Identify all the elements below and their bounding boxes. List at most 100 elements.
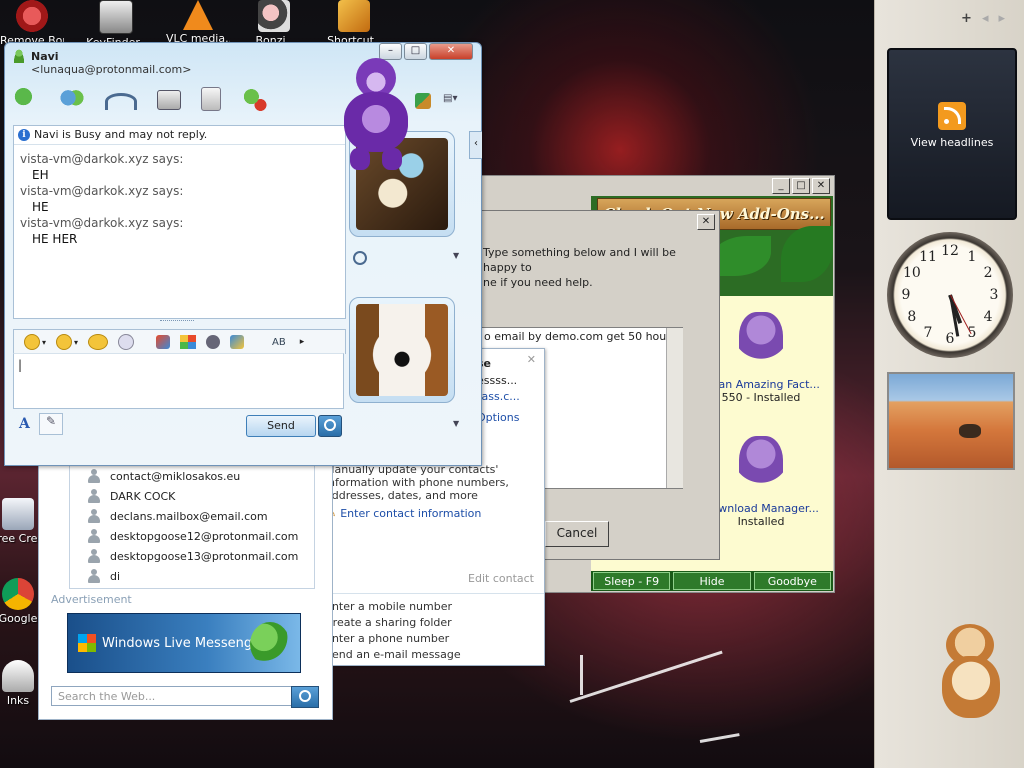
message-sender: vista-vm@darkok.xyz says: xyxy=(20,152,184,166)
enter-phone-number[interactable]: Enter a phone number xyxy=(325,631,461,647)
offline-buddy-icon xyxy=(88,509,100,523)
backgrounds-icon[interactable] xyxy=(180,335,197,349)
bonzi-bottom-bar: Sleep - F9 Hide Goodbye xyxy=(591,571,833,591)
edit-contact-link[interactable]: Edit contact xyxy=(468,572,534,585)
my-display-picture[interactable] xyxy=(349,297,455,403)
voice-clip-icon[interactable] xyxy=(118,334,135,350)
webcam-icon[interactable] xyxy=(353,251,367,265)
spell-check-icon[interactable]: AB xyxy=(272,337,286,348)
keyfinder-icon xyxy=(99,0,133,34)
wink-icon[interactable] xyxy=(56,334,73,350)
contact-item[interactable]: contact@miklosakos.eu xyxy=(70,466,314,486)
sleep-button[interactable]: Sleep - F9 xyxy=(593,572,671,590)
dialog-scrollbar[interactable] xyxy=(666,328,683,488)
search-web-button[interactable] xyxy=(291,686,319,708)
message-history: i Navi is Busy and may not reply. vista-… xyxy=(13,125,346,319)
send-button[interactable]: Send xyxy=(246,415,316,437)
options-link[interactable]: Options xyxy=(477,411,519,424)
bonzi-cow-icon xyxy=(258,0,290,32)
search-web-input[interactable]: Search the Web... xyxy=(51,686,319,708)
contact-item[interactable]: declans.mailbox@email.com xyxy=(70,506,314,526)
card-partial-line: essss... xyxy=(477,374,518,387)
contact-name: di xyxy=(110,569,121,583)
create-sharing-folder[interactable]: Create a sharing folder xyxy=(325,615,461,631)
card-actions: Enter a mobile number Create a sharing f… xyxy=(325,599,461,663)
search-icon xyxy=(324,419,336,431)
enter-contact-info-link[interactable]: Enter contact information xyxy=(340,507,481,520)
maximize-button[interactable]: □ xyxy=(792,178,810,194)
add-gadget-button[interactable]: + xyxy=(961,11,972,26)
road-line xyxy=(580,655,583,695)
emoticon-icon[interactable] xyxy=(24,334,40,350)
desktop-icon-vlc[interactable]: VLC media.. xyxy=(166,0,230,45)
desktop-icon-shortcut[interactable]: Shortcut.. xyxy=(322,0,386,47)
feed-headlines-gadget[interactable]: View headlines xyxy=(887,48,1017,220)
desktop-icon-bonzi[interactable]: Bonzi.. xyxy=(242,0,306,47)
menu-dropdown-icon[interactable]: ▤▾ xyxy=(443,93,469,109)
invite-contact-icon[interactable] xyxy=(13,87,39,111)
picture-options-arrow[interactable]: ▼ xyxy=(453,419,459,428)
enter-contact-info[interactable]: ✎ Enter contact information xyxy=(327,507,481,520)
message-text: EH xyxy=(32,168,49,182)
block-contact-icon[interactable] xyxy=(241,87,267,111)
ad-banner[interactable]: Windows Live Messenger xyxy=(67,613,301,673)
offline-buddy-icon xyxy=(88,469,100,483)
message-text: HE HER xyxy=(32,232,78,246)
rss-icon xyxy=(938,102,966,130)
dialog-message: Type something below and I will be happy… xyxy=(483,245,713,290)
clock-gadget[interactable]: 12 1 2 3 4 5 6 7 8 9 10 11 xyxy=(887,232,1013,358)
handwriting-toggle[interactable]: ✎ xyxy=(39,413,63,435)
offline-buddy-icon xyxy=(88,529,100,543)
busy-notice: i Navi is Busy and may not reply. xyxy=(14,126,345,145)
message-sender: vista-vm@darkok.xyz says: xyxy=(20,184,184,198)
paintbrush-icon[interactable] xyxy=(415,93,431,109)
close-button[interactable]: ✕ xyxy=(812,178,830,194)
send-email-message[interactable]: Send an e-mail message xyxy=(325,647,461,663)
font-button[interactable]: A xyxy=(19,416,30,432)
hamster-desktop-pet[interactable] xyxy=(936,616,1006,720)
resize-grip[interactable] xyxy=(160,320,194,324)
picture-options-arrow[interactable]: ▼ xyxy=(453,251,459,260)
update-info-text: Manually update your contacts' informati… xyxy=(325,463,509,502)
phone-call-icon[interactable] xyxy=(105,93,137,110)
search-button[interactable] xyxy=(318,415,342,437)
conversation-toolbar xyxy=(13,87,287,115)
handwriting-icon[interactable] xyxy=(230,335,245,349)
prev-gadgets-button[interactable]: ◂ xyxy=(982,11,989,26)
next-gadgets-button[interactable]: ▸ xyxy=(998,11,1005,26)
cancel-button[interactable]: Cancel xyxy=(545,521,609,547)
video-icon[interactable] xyxy=(157,90,181,110)
view-headlines-label[interactable]: View headlines xyxy=(889,136,1015,149)
offline-buddy-icon xyxy=(88,569,100,583)
nudge-icon[interactable] xyxy=(88,334,109,350)
windows-flag-icon xyxy=(78,634,96,652)
close-icon[interactable]: ✕ xyxy=(527,353,536,366)
goodbye-button[interactable]: Goodbye xyxy=(753,572,831,590)
desktop-icon-remove-bonzi[interactable]: Remove Bonzi.. xyxy=(0,0,64,47)
msn-games-icon[interactable] xyxy=(156,335,171,349)
ad-text: Windows Live Messenger xyxy=(102,636,266,651)
card-partial-link[interactable]: rass.c... xyxy=(477,390,520,403)
collapse-panel-button[interactable]: ‹ xyxy=(469,131,482,159)
dialog-close-button[interactable]: ✕ xyxy=(697,214,715,230)
inkscape-icon xyxy=(2,660,34,692)
contact-item[interactable]: desktopgoose12@protonmail.com xyxy=(70,526,314,546)
winks-disc-icon[interactable] xyxy=(206,335,221,349)
slideshow-gadget[interactable] xyxy=(887,372,1015,470)
contact-item[interactable]: desktopgoose13@protonmail.com xyxy=(70,546,314,566)
close-button[interactable]: ✕ xyxy=(429,43,473,60)
enter-mobile-number[interactable]: Enter a mobile number xyxy=(325,599,461,615)
contact-item[interactable]: DARK COCK xyxy=(70,486,314,506)
more-options-icon[interactable]: ▸ xyxy=(300,337,305,347)
formatting-toolbar: ▾ ▾ AB ▸ xyxy=(13,329,346,354)
clock-numeral: 3 xyxy=(989,287,999,303)
search-icon xyxy=(299,690,311,702)
chrome-icon xyxy=(2,578,34,610)
contact-item[interactable]: di xyxy=(70,566,314,586)
group-icon[interactable] xyxy=(59,87,85,111)
minimize-button[interactable]: _ xyxy=(772,178,790,194)
hide-button[interactable]: Hide xyxy=(673,572,751,590)
message-input[interactable]: | xyxy=(13,353,344,409)
share-files-icon[interactable] xyxy=(201,87,221,111)
bonzibuddy-character[interactable] xyxy=(336,58,414,172)
